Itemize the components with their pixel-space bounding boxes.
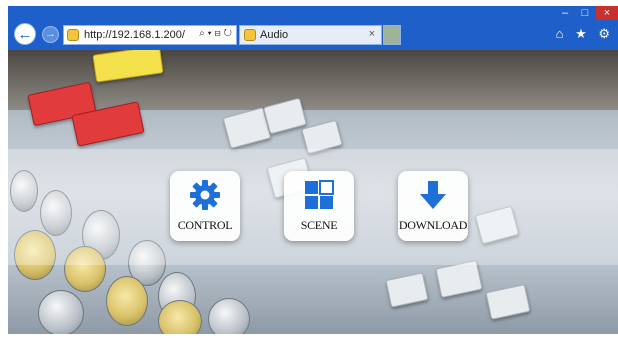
close-window-button[interactable]: ×	[596, 6, 618, 20]
gear-icon	[190, 180, 220, 210]
browser-window: – □ × ← → http://192.168.1.200/ ⌕ ▾ ⊟ ↻ …	[8, 6, 618, 334]
maximize-button[interactable]: □	[576, 6, 594, 20]
site-favicon-icon	[67, 29, 79, 41]
knob	[106, 276, 148, 326]
scene-button[interactable]: SCENE	[284, 171, 354, 241]
download-arrow-icon	[420, 181, 446, 209]
new-tab-button[interactable]	[383, 25, 401, 45]
tab-title: Audio	[260, 29, 289, 41]
control-button[interactable]: CONTROL	[170, 171, 240, 241]
address-tools[interactable]: ⌕ ▾ ⊟ ↻	[199, 28, 232, 39]
knob	[208, 298, 250, 334]
control-label: CONTROL	[177, 218, 233, 232]
back-button[interactable]: ←	[14, 23, 36, 45]
tab-close-button[interactable]: ×	[369, 28, 375, 40]
address-bar[interactable]: http://192.168.1.200/ ⌕ ▾ ⊟ ↻	[63, 25, 237, 45]
tab-audio[interactable]: Audio ×	[239, 25, 382, 45]
fader-cap	[435, 259, 483, 299]
scene-label: SCENE	[300, 218, 338, 232]
minimize-button[interactable]: –	[556, 6, 574, 20]
forward-button[interactable]: →	[42, 26, 59, 43]
download-label: DOWNLOAD	[398, 218, 468, 232]
address-url[interactable]: http://192.168.1.200/	[84, 29, 185, 41]
fader-cap	[485, 284, 531, 320]
knob	[38, 290, 84, 334]
tab-favicon-icon	[244, 29, 256, 41]
fader-cap	[385, 272, 429, 308]
scene-grid-icon	[305, 180, 334, 209]
browser-toolbar-icons[interactable]: ⌂ ★ ⚙	[556, 26, 614, 42]
browser-chrome: – □ × ← → http://192.168.1.200/ ⌕ ▾ ⊟ ↻ …	[8, 6, 618, 50]
download-button[interactable]: DOWNLOAD	[398, 171, 468, 241]
knob	[158, 300, 202, 334]
